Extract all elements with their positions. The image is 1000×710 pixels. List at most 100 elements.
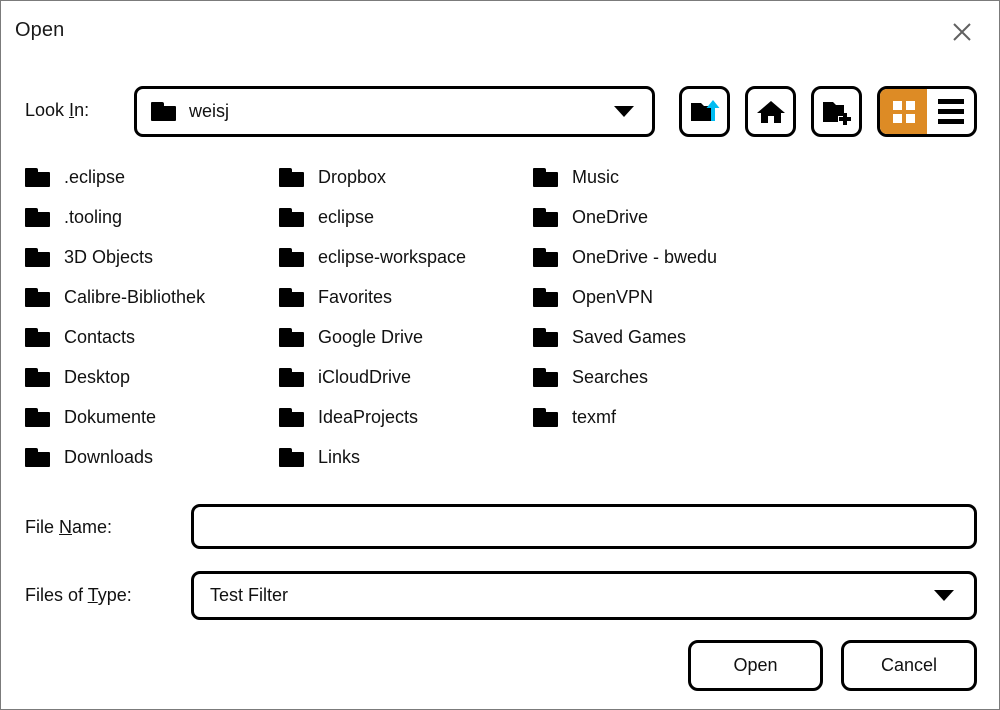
file-list-item-label: eclipse-workspace bbox=[318, 246, 467, 267]
folder-icon bbox=[25, 247, 50, 267]
folder-icon bbox=[25, 287, 50, 307]
file-list-item[interactable]: Google Drive bbox=[279, 317, 533, 357]
folder-icon bbox=[279, 367, 304, 387]
folder-icon bbox=[279, 167, 304, 187]
file-list-item[interactable]: Searches bbox=[533, 357, 833, 397]
folder-icon bbox=[533, 367, 558, 387]
files-of-type-value: Test Filter bbox=[210, 585, 289, 605]
file-list-item-label: .tooling bbox=[64, 206, 123, 227]
file-list-item[interactable]: OneDrive bbox=[533, 197, 833, 237]
new-folder-button[interactable] bbox=[811, 86, 862, 137]
folder-icon bbox=[279, 247, 304, 267]
file-list-item-label: OneDrive bbox=[572, 206, 649, 227]
list-view-icon bbox=[937, 99, 964, 124]
files-of-type-combobox[interactable]: Test Filter bbox=[191, 571, 977, 620]
file-list-item-label: Google Drive bbox=[318, 326, 424, 347]
folder-icon bbox=[279, 287, 304, 307]
folder-icon bbox=[279, 207, 304, 227]
file-list-item-label: .eclipse bbox=[64, 166, 126, 187]
file-list-item-label: eclipse bbox=[318, 206, 375, 227]
file-list-column: Dropbox eclipse eclipse-workspace Favorites… bbox=[279, 157, 533, 477]
cancel-button[interactable]: Cancel bbox=[841, 640, 977, 691]
file-list-item[interactable]: Calibre-Bibliothek bbox=[25, 277, 279, 317]
file-list-item[interactable]: Desktop bbox=[25, 357, 279, 397]
file-list-item-label: iCloudDrive bbox=[318, 366, 412, 387]
folder-icon bbox=[25, 447, 50, 467]
folder-icon bbox=[533, 167, 558, 187]
file-list-item[interactable]: 3D Objects bbox=[25, 237, 279, 277]
folder-icon bbox=[25, 327, 50, 347]
folder-icon bbox=[25, 167, 50, 187]
new-folder-icon bbox=[822, 101, 851, 125]
folder-icon bbox=[533, 407, 558, 427]
file-list-item[interactable]: iCloudDrive bbox=[279, 357, 533, 397]
folder-up-icon bbox=[690, 99, 719, 121]
folder-icon bbox=[533, 247, 558, 267]
file-list-item[interactable]: .eclipse bbox=[25, 157, 279, 197]
file-list-item[interactable]: Saved Games bbox=[533, 317, 833, 357]
file-name-label: File Name: bbox=[25, 517, 113, 537]
folder-icon bbox=[25, 367, 50, 387]
folder-icon bbox=[25, 207, 50, 227]
folder-icon bbox=[533, 287, 558, 307]
file-list-item[interactable]: Links bbox=[279, 437, 533, 477]
file-list-item-label: Calibre-Bibliothek bbox=[64, 286, 206, 307]
view-mode-toggle[interactable] bbox=[877, 86, 977, 137]
file-name-input[interactable] bbox=[191, 504, 977, 549]
file-list-item-label: 3D Objects bbox=[64, 246, 154, 267]
list-view-button[interactable] bbox=[927, 89, 974, 134]
file-list-item[interactable]: texmf bbox=[533, 397, 833, 437]
file-list-item-label: OneDrive - bwedu bbox=[572, 246, 718, 267]
file-list-item[interactable]: .tooling bbox=[25, 197, 279, 237]
file-list-item[interactable]: OneDrive - bwedu bbox=[533, 237, 833, 277]
file-list-item[interactable]: eclipse-workspace bbox=[279, 237, 533, 277]
file-list-item-label: OpenVPN bbox=[572, 286, 654, 307]
file-list-item-label: Dokumente bbox=[64, 406, 157, 427]
folder-icon bbox=[25, 407, 50, 427]
file-list-item-label: texmf bbox=[572, 406, 617, 427]
file-list-column: Music OneDrive OneDrive - bwedu OpenVPN Save… bbox=[533, 157, 833, 437]
file-list-item-label: Links bbox=[318, 446, 361, 467]
file-list-item-label: IdeaProjects bbox=[318, 406, 419, 427]
file-list-item[interactable]: Contacts bbox=[25, 317, 279, 357]
file-list-column: .eclipse .tooling 3D Objects Calibre-Biblio… bbox=[25, 157, 279, 477]
dialog-title: Open bbox=[15, 19, 65, 41]
look-in-label: Look In: bbox=[25, 100, 90, 120]
chevron-down-icon bbox=[614, 106, 634, 117]
folder-icon bbox=[279, 407, 304, 427]
folder-icon bbox=[279, 447, 304, 467]
chevron-down-icon bbox=[934, 590, 954, 601]
file-list[interactable]: .eclipse .tooling 3D Objects Calibre-Biblio… bbox=[25, 157, 977, 482]
look-in-value: weisj bbox=[189, 101, 230, 121]
file-list-item-label: Contacts bbox=[64, 326, 136, 347]
go-up-button[interactable] bbox=[679, 86, 730, 137]
file-list-item[interactable]: Dropbox bbox=[279, 157, 533, 197]
look-in-combobox[interactable]: weisj bbox=[134, 86, 655, 137]
folder-icon bbox=[279, 327, 304, 347]
home-button[interactable] bbox=[745, 86, 796, 137]
file-list-item-label: Favorites bbox=[318, 286, 393, 307]
file-list-item[interactable]: eclipse bbox=[279, 197, 533, 237]
file-list-item-label: Dropbox bbox=[318, 166, 387, 187]
file-list-item-label: Music bbox=[572, 166, 620, 187]
file-list-item-label: Searches bbox=[572, 366, 649, 387]
home-icon bbox=[756, 100, 785, 123]
file-list-item-label: Saved Games bbox=[572, 326, 687, 347]
files-of-type-label: Files of Type: bbox=[25, 585, 132, 605]
file-list-item[interactable]: Favorites bbox=[279, 277, 533, 317]
file-list-item-label: Desktop bbox=[64, 366, 131, 387]
open-file-dialog: Open Look In: weisj .eclipse .tooling 3D… bbox=[0, 0, 1000, 710]
file-list-item[interactable]: IdeaProjects bbox=[279, 397, 533, 437]
file-list-item[interactable]: Dokumente bbox=[25, 397, 279, 437]
file-list-item-label: Downloads bbox=[64, 446, 154, 467]
file-list-item[interactable]: Music bbox=[533, 157, 833, 197]
folder-icon bbox=[151, 102, 176, 121]
dialog-titlebar: Open bbox=[1, 1, 999, 63]
grid-view-icon bbox=[892, 100, 915, 123]
folder-icon bbox=[533, 327, 558, 347]
close-icon[interactable] bbox=[945, 15, 979, 49]
grid-view-button[interactable] bbox=[880, 89, 927, 134]
file-list-item[interactable]: OpenVPN bbox=[533, 277, 833, 317]
file-list-item[interactable]: Downloads bbox=[25, 437, 279, 477]
open-button[interactable]: Open bbox=[688, 640, 823, 691]
